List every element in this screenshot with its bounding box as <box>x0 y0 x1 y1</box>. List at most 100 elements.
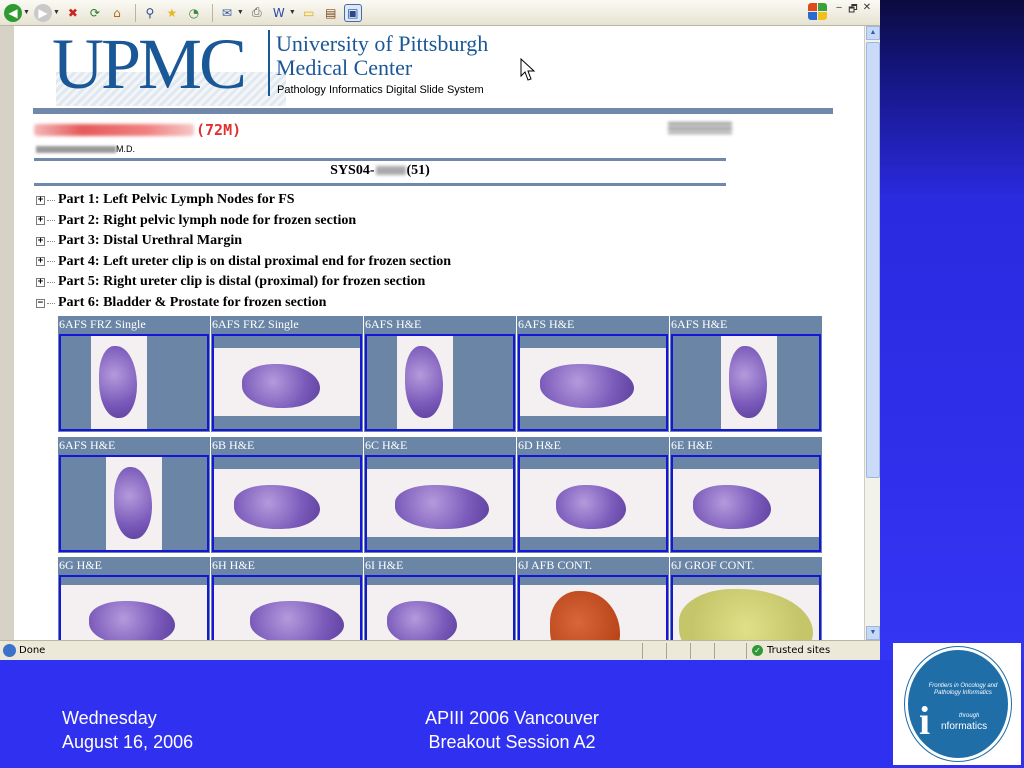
badge-letter-i: i <box>919 698 931 743</box>
forward-icon[interactable]: ▶ <box>33 3 52 22</box>
forward-dropdown-icon[interactable]: ▼ <box>53 9 60 16</box>
slide-image[interactable] <box>59 454 209 552</box>
slide-image[interactable] <box>59 575 209 640</box>
part-row[interactable]: + Part 3: Distal Urethral Margin <box>36 231 242 251</box>
slide-label[interactable]: 6AFS H&E <box>670 316 822 333</box>
slide-image[interactable] <box>365 334 515 431</box>
slide-image[interactable] <box>212 334 362 431</box>
slide-label[interactable]: 6C H&E <box>364 437 516 454</box>
slide-image[interactable] <box>212 575 362 640</box>
slide-image[interactable] <box>365 575 515 640</box>
slide-thumbnail[interactable]: 6B H&E <box>211 436 363 553</box>
slide-thumbnail[interactable]: 6J GROF CONT. <box>670 557 822 640</box>
tissue-section <box>395 484 489 529</box>
part-row[interactable]: + Part 5: Right ureter clip is distal (pr… <box>36 272 425 292</box>
slide-thumbnail[interactable]: 6H H&E <box>211 557 363 640</box>
slide-label[interactable]: 6AFS FRZ Single <box>58 316 210 333</box>
slide-thumbnail[interactable]: 6J AFB CONT. <box>517 557 669 640</box>
messenger-icon[interactable]: ▣ <box>343 3 362 22</box>
slide-label[interactable]: 6D H&E <box>517 437 669 454</box>
slide-label[interactable]: 6I H&E <box>364 557 516 574</box>
slide-thumbnail[interactable]: 6AFS H&E <box>517 316 669 432</box>
slide-label[interactable]: 6AFS H&E <box>58 437 210 454</box>
expand-toggle-icon[interactable]: + <box>36 195 45 205</box>
tissue-section <box>693 484 771 529</box>
slide-image[interactable] <box>365 454 515 552</box>
part-label[interactable]: Part 6: Bladder & Prostate for frozen se… <box>58 295 326 311</box>
part-label[interactable]: Part 4: Left ureter clip is on distal pr… <box>58 254 451 270</box>
slide-thumbnail[interactable]: 6AFS FRZ Single <box>211 316 363 432</box>
expand-toggle-icon[interactable]: + <box>36 277 45 287</box>
slide-thumbnail[interactable]: 6AFS H&E <box>58 436 210 553</box>
slide-label[interactable]: 6G H&E <box>58 557 210 574</box>
mail-dropdown-icon[interactable]: ▼ <box>237 9 244 16</box>
back-icon[interactable]: ◀ <box>4 3 22 22</box>
expand-toggle-icon[interactable]: + <box>36 257 45 267</box>
toolbar-separator <box>134 3 136 22</box>
slide-image[interactable] <box>59 334 209 431</box>
vertical-scrollbar[interactable]: ▲ ▼ <box>864 26 880 640</box>
home-icon[interactable]: ⌂ <box>108 4 126 22</box>
part-label[interactable]: Part 3: Distal Urethral Margin <box>58 233 242 249</box>
slide-thumbnail[interactable]: 6AFS FRZ Single <box>58 316 210 432</box>
refresh-icon[interactable]: ⟳ <box>86 4 104 22</box>
history-icon[interactable]: ◔ <box>185 4 203 22</box>
part-label[interactable]: Part 5: Right ureter clip is distal (pro… <box>58 274 425 290</box>
slide-thumbnail[interactable]: 6D H&E <box>517 436 669 553</box>
slide-image[interactable] <box>518 575 668 640</box>
slide-label[interactable]: 6AFS FRZ Single <box>211 316 363 333</box>
edit-dropdown-icon[interactable]: ▼ <box>289 9 296 16</box>
part-row[interactable]: + Part 4: Left ureter clip is on distal p… <box>36 252 451 272</box>
expand-toggle-icon[interactable]: − <box>36 298 45 308</box>
slide-image[interactable] <box>671 575 821 640</box>
slide-image[interactable] <box>671 454 821 552</box>
slide-label[interactable]: 6J GROF CONT. <box>670 557 822 574</box>
part-row[interactable]: + Part 2: Right pelvic lymph node for fro… <box>36 211 356 231</box>
slide-label[interactable]: 6E H&E <box>670 437 822 454</box>
part-label[interactable]: Part 1: Left Pelvic Lymph Nodes for FS <box>58 192 295 208</box>
back-dropdown-icon[interactable]: ▼ <box>23 9 30 16</box>
research-icon[interactable]: ▤ <box>322 4 340 22</box>
left-frame-edge <box>0 26 14 640</box>
expand-toggle-icon[interactable]: + <box>36 216 45 226</box>
slide-thumbnail[interactable]: 6AFS H&E <box>670 316 822 432</box>
slide-image[interactable] <box>518 454 668 552</box>
part-row[interactable]: − Part 6: Bladder & Prostate for frozen s… <box>36 293 326 313</box>
scroll-thumb[interactable] <box>866 42 880 478</box>
slide-thumbnail[interactable]: 6I H&E <box>364 557 516 640</box>
slide-image[interactable] <box>212 454 362 552</box>
tree-connector <box>47 302 55 304</box>
slide-label[interactable]: 6H H&E <box>211 557 363 574</box>
footer-day: Wednesday <box>62 708 157 728</box>
slide-label[interactable]: 6AFS H&E <box>517 316 669 333</box>
part-label[interactable]: Part 2: Right pelvic lymph node for froz… <box>58 213 356 229</box>
patient-name-redacted <box>34 124 194 136</box>
slide-thumbnail[interactable]: 6G H&E <box>58 557 210 640</box>
slide-label[interactable]: 6AFS H&E <box>364 316 516 333</box>
upmc-wordmark: UPMC <box>52 26 247 104</box>
close-icon[interactable]: ✕ <box>860 2 874 19</box>
scroll-up-button[interactable]: ▲ <box>866 26 880 40</box>
slide-thumbnail[interactable]: 6E H&E <box>670 436 822 553</box>
slide-thumbnail[interactable]: 6C H&E <box>364 436 516 553</box>
favorites-icon[interactable]: ★ <box>163 4 181 22</box>
slide-glass <box>721 336 777 429</box>
restore-icon[interactable]: 🗗 <box>846 2 860 19</box>
slide-glass <box>367 468 513 537</box>
part-row[interactable]: + Part 1: Left Pelvic Lymph Nodes for FS <box>36 190 295 210</box>
edit-icon[interactable]: W <box>270 4 288 22</box>
stop-icon[interactable]: ✖ <box>64 4 82 22</box>
minimize-icon[interactable]: ‒ <box>832 2 846 19</box>
mail-icon[interactable]: ✉ <box>218 4 236 22</box>
slide-label[interactable]: 6J AFB CONT. <box>517 557 669 574</box>
slide-glass <box>673 468 819 537</box>
expand-toggle-icon[interactable]: + <box>36 236 45 246</box>
scroll-down-button[interactable]: ▼ <box>866 626 880 640</box>
slide-image[interactable] <box>518 334 668 431</box>
search-icon[interactable]: ⚲ <box>141 4 159 22</box>
slide-label[interactable]: 6B H&E <box>211 437 363 454</box>
discuss-icon[interactable]: ▭ <box>300 4 318 22</box>
slide-image[interactable] <box>671 334 821 431</box>
print-icon[interactable]: ⎙ <box>248 4 266 22</box>
slide-thumbnail[interactable]: 6AFS H&E <box>364 316 516 432</box>
